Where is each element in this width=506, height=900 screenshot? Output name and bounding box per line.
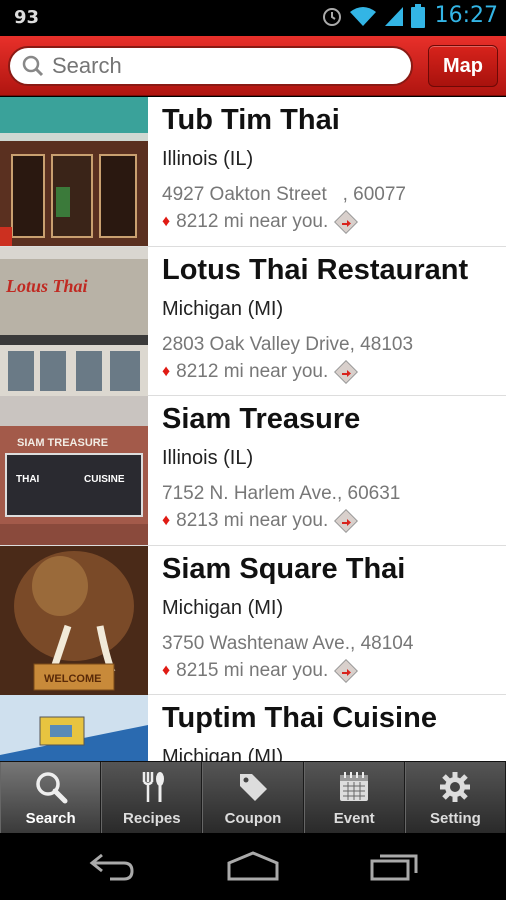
pin-icon: ♦ [162, 661, 171, 679]
search-icon [35, 772, 68, 804]
list-item[interactable]: Lotus Thai Lotus Thai Restaurant Michiga… [0, 246, 506, 396]
home-icon[interactable] [226, 851, 280, 881]
restaurant-distance: ♦ 8215 mi near you. [162, 658, 413, 683]
directions-icon[interactable] [334, 509, 359, 533]
battery-icon [410, 3, 425, 28]
tab-coupon[interactable]: Coupon [202, 762, 304, 833]
list-item[interactable]: Tuptim Thai Cuisine Michigan (MI) [0, 695, 506, 761]
list-item[interactable]: SIAM TREASURE THAI CUISINE Siam Treasure… [0, 396, 506, 546]
restaurant-address: 7152 N. Harlem Ave., 60631 [162, 483, 401, 504]
restaurant-state: Illinois (IL) [162, 148, 254, 170]
restaurant-distance: ♦ 8212 mi near you. [162, 210, 406, 234]
restaurant-name: Siam Treasure [162, 403, 361, 435]
restaurant-distance: ♦ 8213 mi near you. [162, 509, 400, 533]
tag-icon [240, 774, 267, 801]
fork-spoon-icon [142, 772, 164, 802]
search-icon [22, 55, 44, 77]
restaurant-state: Michigan (MI) [162, 746, 284, 761]
distance-text: 8212 mi near you. [176, 360, 329, 382]
restaurant-list[interactable]: Tub Tim Thai Illinois (IL) 4927 Oakton S… [0, 97, 506, 761]
tab-bar: Search Recipes Coupon Event Setting [0, 761, 506, 833]
search-box[interactable] [8, 46, 413, 86]
distance-text: 8215 mi near you. [176, 659, 329, 681]
restaurant-name: Tub Tim Thai [162, 104, 340, 136]
gear-icon [440, 772, 471, 802]
restaurant-name: Siam Square Thai [162, 552, 406, 585]
restaurant-photo: WELCOME [0, 545, 148, 695]
tab-event[interactable]: Event [303, 762, 405, 833]
restaurant-state: Illinois (IL) [162, 447, 254, 469]
tab-label: Coupon [224, 810, 282, 827]
restaurant-photo [0, 97, 148, 246]
restaurant-address: 2803 Oak Valley Drive, 48103 [162, 333, 414, 355]
distance-text: 8212 mi near you. [176, 211, 329, 232]
status-bar: 93 16:27 [0, 0, 506, 36]
tab-label: Recipes [123, 810, 181, 827]
tab-label: Setting [429, 810, 481, 827]
pin-icon: ♦ [162, 213, 171, 230]
restaurant-distance: ♦ 8212 mi near you. [162, 359, 468, 384]
restaurant-name: Tuptim Thai Cuisine [162, 702, 437, 734]
wifi-icon [349, 6, 376, 26]
notification-count: 93 [14, 7, 40, 28]
restaurant-address: 3750 Washtenaw Ave., 48104 [162, 632, 414, 654]
tab-label: Event [333, 810, 375, 827]
map-button[interactable]: Map [428, 45, 498, 87]
pin-icon: ♦ [162, 362, 171, 380]
photo-sign-text: WELCOME [44, 673, 101, 685]
directions-icon[interactable] [334, 359, 359, 384]
distance-text: 8213 mi near you. [176, 510, 329, 531]
restaurant-photo [0, 695, 148, 761]
system-nav-bar [0, 833, 506, 900]
clock: 16:27 [434, 3, 498, 28]
signal-icon [384, 6, 403, 26]
restaurant-photo: Lotus Thai [0, 246, 148, 396]
tab-recipes[interactable]: Recipes [101, 762, 203, 833]
photo-sign-text: THAI [16, 474, 40, 485]
restaurant-photo: SIAM TREASURE THAI CUISINE [0, 396, 148, 545]
tab-search[interactable]: Search [0, 762, 102, 833]
restaurant-name: Lotus Thai Restaurant [162, 253, 469, 286]
pin-icon: ♦ [162, 512, 171, 529]
tab-label: Search [25, 810, 76, 827]
restaurant-address: 4927 Oakton Street , 60077 [162, 184, 407, 205]
list-item[interactable]: WELCOME Siam Square Thai Michigan (MI) 3… [0, 545, 506, 695]
list-item[interactable]: Tub Tim Thai Illinois (IL) 4927 Oakton S… [0, 97, 506, 247]
photo-sign-text: CUISINE [84, 474, 125, 485]
restaurant-state: Michigan (MI) [162, 596, 284, 619]
directions-icon[interactable] [334, 658, 359, 683]
photo-sign-text: Lotus Thai [5, 276, 88, 296]
alarm-icon [322, 7, 341, 26]
directions-icon[interactable] [334, 210, 359, 234]
calendar-icon [340, 772, 369, 801]
back-icon[interactable] [88, 851, 136, 881]
photo-sign-text: SIAM TREASURE [17, 437, 108, 449]
tab-setting[interactable]: Setting [404, 762, 506, 833]
restaurant-state: Michigan (MI) [162, 297, 284, 320]
search-input[interactable] [52, 53, 382, 79]
header-bar: Map [0, 36, 506, 96]
recent-apps-icon[interactable] [370, 851, 420, 881]
